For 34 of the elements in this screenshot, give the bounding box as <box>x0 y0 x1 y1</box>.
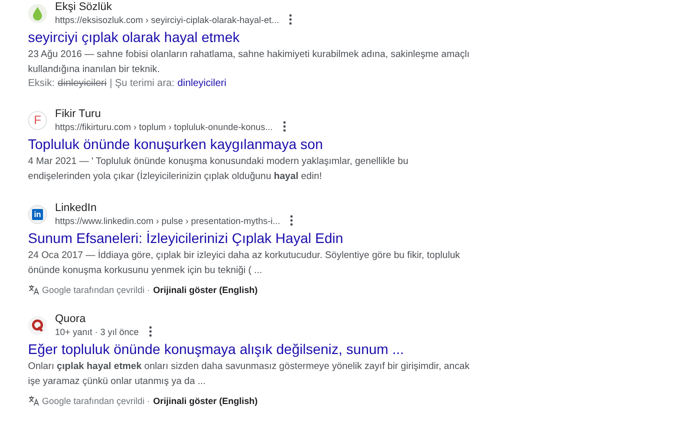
missing-term: dinleyicileri <box>58 77 107 90</box>
show-original-link[interactable]: Orijinali göster (English) <box>153 284 258 294</box>
result-snippet: Onları çıplak hayal etmek onları sizden daha savunmasız göstermeye yönelik zayıf bir girişimdir, ancak işe yaramaz çünkü onlar utanmış ya da ... <box>28 360 471 389</box>
search-label: | Şu terimi ara: <box>110 77 174 90</box>
translation-note: Google tarafından çevrildi · <box>42 396 150 406</box>
show-original-link[interactable]: Orijinali göster (English) <box>153 396 258 406</box>
translation-note: Google tarafından çevrildi · <box>42 284 150 294</box>
translate-icon <box>28 395 39 406</box>
site-url: https://www.linkedin.com › pulse › presentation-myths-i... <box>55 214 280 226</box>
site-name: Fikir Turu <box>55 108 102 120</box>
site-name: Quora <box>55 312 87 326</box>
site-name: LinkedIn <box>55 202 98 214</box>
site-url: 10+ yanıt · 3 yıl önce <box>55 326 139 338</box>
missing-label: Eksik: <box>28 77 55 90</box>
search-term-link[interactable]: dinleyicileri <box>177 77 226 90</box>
more-icon[interactable] <box>148 326 152 337</box>
site-logo: in <box>32 208 43 220</box>
more-icon[interactable] <box>282 121 286 132</box>
result-title-link[interactable]: Topluluk önünde konuşurken kaygılanmaya son <box>28 134 323 154</box>
q-ring-icon <box>28 316 47 334</box>
more-icon[interactable] <box>290 215 294 226</box>
result-title-link[interactable]: Eğer topluluk önünde konuşmaya alışık değilseniz, sunum ... <box>28 339 404 359</box>
result-snippet: 4 Mar 2021 — ' Topluluk önünde konuşma konusundaki modern yaklaşımlar, genellikle bu endişelerinden yola çıkar (İzleyicilerinizin çıplak olduğunu hayal edin! <box>28 155 410 184</box>
translate-icon <box>28 284 39 295</box>
drop-icon <box>28 4 47 22</box>
result-title-link[interactable]: Sunum Efsaneleri: İzleyicilerinizi Çıplak Hayal Edin <box>28 228 344 248</box>
result-title-link[interactable]: seyirciyi çıplak olarak hayal etmek <box>28 27 240 47</box>
more-icon[interactable] <box>289 14 292 25</box>
result-snippet: 24 Oca 2017 — İddiaya göre, çıplak bir izleyici daha az korkutucudur. Söylentiye göre bu fikir, topluluk önünde konuşma korkusunu yenmek için bu tekniği ( ... <box>28 248 461 278</box>
site-logo: F <box>28 110 47 130</box>
result-snippet: 23 Ağu 2016 — sahne fobisi olanların rahatlama, sahne hakimiyeti kurabilmek adına, sakinleşme amaçlı kullandığına inanılan bir teknik. <box>28 48 471 77</box>
site-url: https://fikirturu.com › toplum › topluluk-onunde-konus... <box>55 120 273 132</box>
site-url: https://eksisozluk.com › seyirciyi-ciplak-olarak-hayal-et... <box>55 14 280 26</box>
site-name: Ekşi Sözlük <box>55 0 113 14</box>
